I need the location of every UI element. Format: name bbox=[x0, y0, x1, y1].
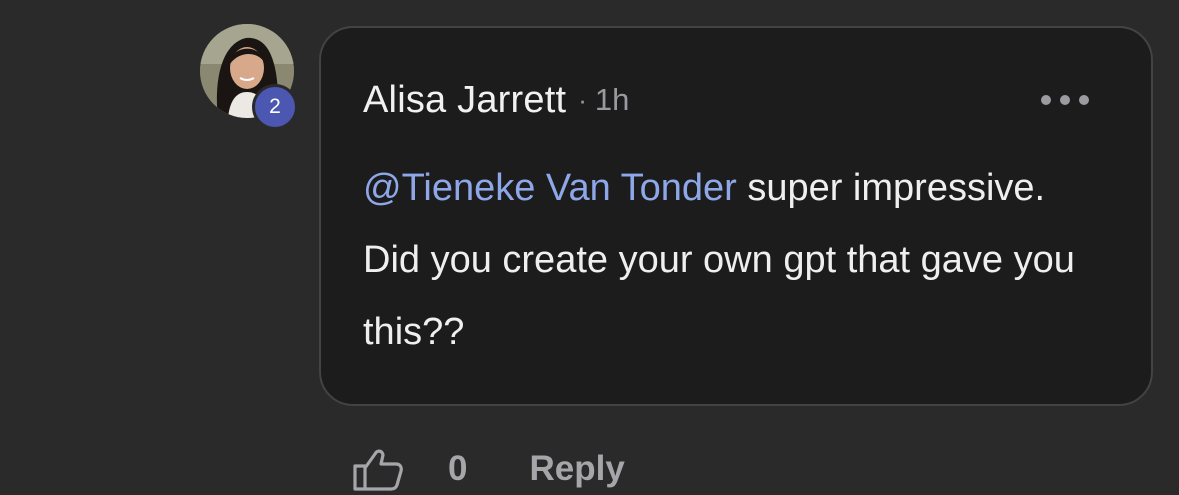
more-dot bbox=[1041, 95, 1051, 105]
reply-button[interactable]: Reply bbox=[529, 449, 624, 489]
user-mention[interactable]: @Tieneke Van Tonder bbox=[363, 167, 737, 209]
more-options-icon[interactable] bbox=[1041, 88, 1089, 112]
comment-timestamp[interactable]: 1h bbox=[595, 82, 629, 118]
author-name[interactable]: Alisa Jarrett bbox=[363, 79, 566, 122]
comment-text: @Tieneke Van Tonder super impressive. Di… bbox=[363, 152, 1083, 368]
level-badge: 2 bbox=[252, 84, 298, 130]
thumbs-up-icon bbox=[353, 449, 403, 491]
comment-header: Alisa Jarrett · 1h bbox=[363, 78, 629, 122]
comment-bubble: Alisa Jarrett · 1h @Tieneke Van Tonder s… bbox=[319, 26, 1153, 406]
like-button[interactable] bbox=[352, 444, 406, 494]
like-count: 0 bbox=[448, 449, 468, 488]
author-avatar[interactable]: 2 bbox=[200, 24, 298, 130]
header-separator: · bbox=[578, 84, 587, 115]
comment-thread: 2 Alisa Jarrett · 1h @Tieneke Van Tonder… bbox=[0, 0, 1179, 495]
more-dot bbox=[1060, 95, 1070, 105]
more-dot bbox=[1079, 95, 1089, 105]
comment-actions: 0 Reply bbox=[352, 444, 625, 494]
